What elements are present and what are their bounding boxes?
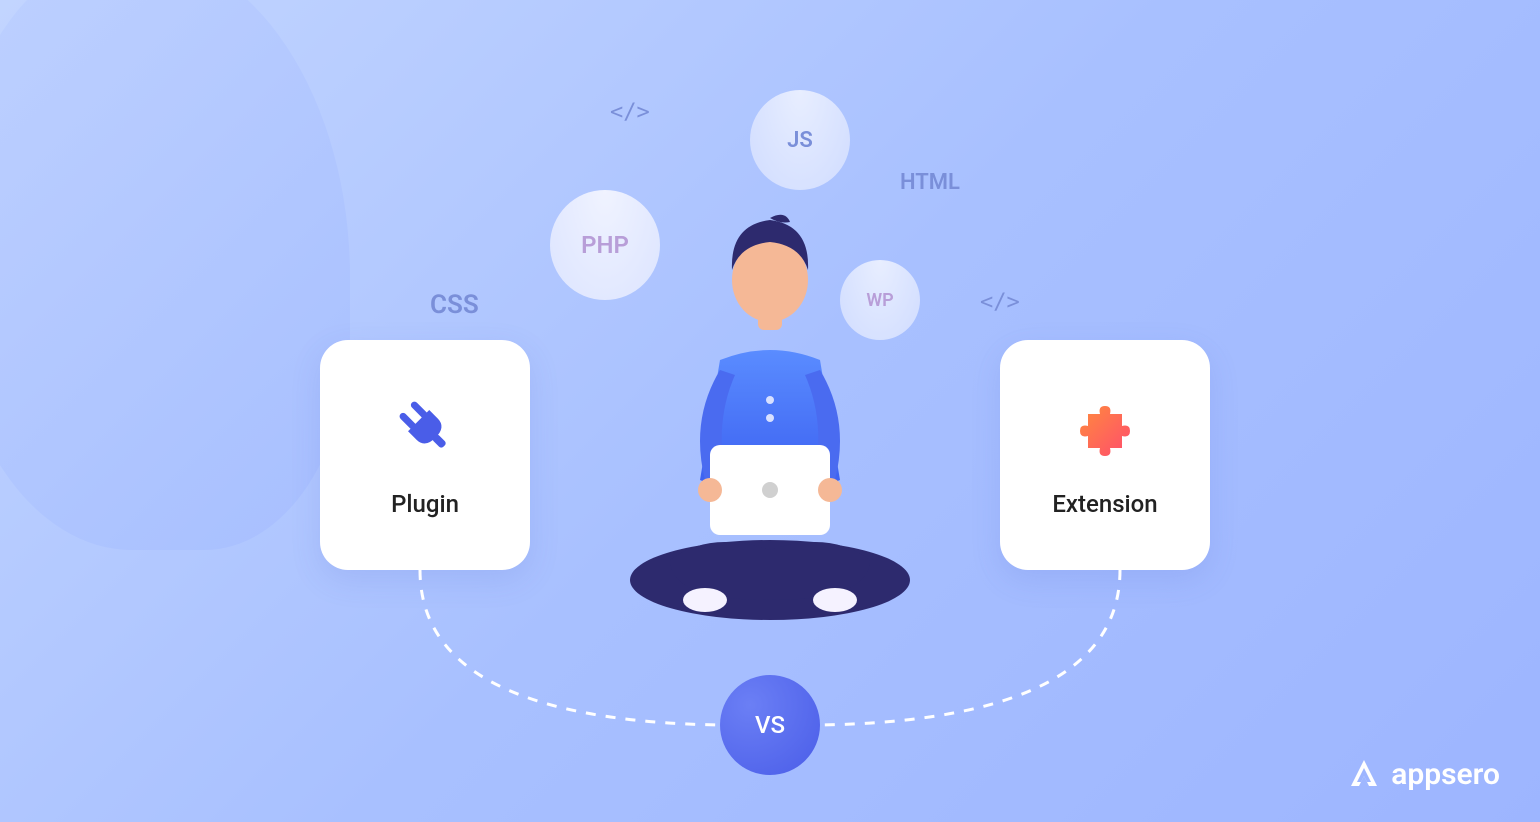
brand-logo: appsero [1347,757,1500,792]
person-illustration [610,200,930,620]
code-tag-icon: </> [610,100,650,125]
extension-label: Extension [1052,490,1157,518]
background-wave-left [0,0,350,550]
brand-name: appsero [1391,757,1500,792]
card-extension: Extension [1000,340,1210,570]
vs-badge: VS [720,675,820,775]
label-css: CSS [430,290,479,320]
code-tag-icon: </> [980,290,1020,315]
plugin-label: Plugin [391,490,459,518]
extension-icon [1070,392,1140,466]
appsero-icon [1347,758,1381,792]
card-plugin: Plugin [320,340,530,570]
plugin-icon [390,392,460,466]
bubble-js: JS [750,90,850,190]
label-html: HTML [900,170,960,195]
